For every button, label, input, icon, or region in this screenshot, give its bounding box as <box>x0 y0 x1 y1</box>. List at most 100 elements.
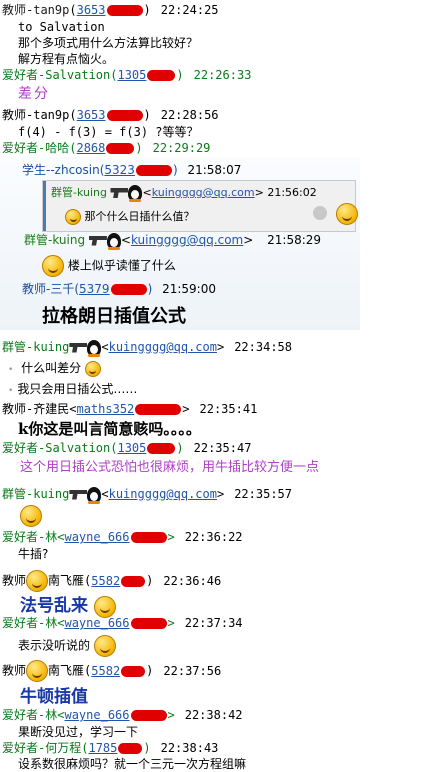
message-text: k你这是叫言简意赅吗。。。。 <box>18 420 201 438</box>
redaction-mark <box>106 110 143 121</box>
sender-name: 群管-kuing <box>2 340 70 354</box>
timestamp: 22:29:29 <box>152 141 211 155</box>
message-header: 爱好者-林<wayne_666 >22:38:42 <box>2 708 243 722</box>
smiley-icon <box>20 505 42 527</box>
email-link[interactable]: kuingggg@qq.com <box>131 233 243 247</box>
redaction-mark <box>121 575 146 587</box>
message-text: 法号乱来 <box>20 596 88 616</box>
timestamp: 22:38:42 <box>184 708 243 722</box>
message-text: to Salvation <box>18 20 105 34</box>
smiley-icon <box>65 209 81 225</box>
grin-icon <box>42 255 64 277</box>
quoted-message: 群管-kuing <kuingggg@qq.com> 21:56:02 那个什么… <box>42 180 356 232</box>
message-header: 群管-kuing <kuingggg@qq.com> 22:35:57 <box>2 486 292 504</box>
penguin-icon <box>128 185 143 202</box>
redaction-mark <box>135 404 182 415</box>
message-header: 学生--zhcosin(5323) 21:58:07 <box>22 163 242 177</box>
gun-icon <box>88 235 107 246</box>
message-header: 教师-tan9p(3653) 22:28:56 <box>2 108 219 122</box>
sender-name: 教师-齐建民 <box>2 402 70 416</box>
message-header: 爱好者-Salvation(1305) 22:35:47 <box>2 441 252 455</box>
timestamp: 22:36:46 <box>163 573 222 588</box>
qq-link[interactable]: wayne_666 <box>64 708 167 722</box>
gun-icon <box>69 489 88 500</box>
penguin-icon <box>87 486 102 504</box>
email-link[interactable]: kuingggg@qq.com <box>152 186 255 199</box>
smiley-icon <box>84 360 101 377</box>
sender-name: 爱好者-林 <box>2 530 58 544</box>
message-header: 爱好者-林<wayne_666 >22:36:22 <box>2 530 243 544</box>
gun-icon <box>69 342 88 353</box>
confused-icon <box>93 635 116 657</box>
message-header: 教师 南飞雁(5582) 22:36:46 <box>2 570 221 592</box>
qq-link[interactable]: 1305 <box>117 441 176 455</box>
qq-link[interactable]: 3653 <box>77 108 144 122</box>
qq-link[interactable]: 1785 <box>88 741 143 755</box>
qq-link[interactable]: 5379 <box>79 282 148 296</box>
qq-link[interactable]: maths352 <box>76 402 182 416</box>
redaction-mark <box>130 532 167 543</box>
sender-name: 教师-tan9p <box>2 3 70 17</box>
sender-name: 教师 <box>2 573 27 588</box>
zoom-icon <box>313 206 327 220</box>
redaction-mark <box>106 5 143 16</box>
message-text: 果断没见过，学习一下 <box>18 725 139 739</box>
qq-link[interactable]: 5323 <box>104 163 173 177</box>
redaction-mark <box>147 443 176 454</box>
message-header: 教师 南飞雁(5582) 22:37:56 <box>2 660 221 682</box>
message-text: 拉格朗日插值公式 <box>42 306 186 327</box>
timestamp: 22:38:43 <box>160 741 219 755</box>
qq-link[interactable]: 5582 <box>91 574 146 588</box>
message-text: 牛顿插值 <box>20 687 88 707</box>
timestamp: 22:36:22 <box>184 530 243 544</box>
qq-link[interactable]: 3653 <box>77 3 144 17</box>
redaction-mark <box>135 165 172 176</box>
message-text: f(4) - f(3) = f(3) ?等等？ <box>18 125 199 139</box>
email-link[interactable]: kuingggg@qq.com <box>109 340 217 354</box>
timestamp: 22:26:33 <box>193 68 252 82</box>
timestamp: 21:58:29 <box>267 233 322 247</box>
message-text: 解方程有点恼火。 <box>18 52 115 66</box>
message-text: 那个什么日插什么值？ <box>84 210 195 223</box>
grin-icon <box>26 660 49 682</box>
message-text: 什么叫差分 <box>21 361 82 375</box>
sender-name: 爱好者-Salvation <box>2 441 111 455</box>
message-header: 教师-齐建民<maths352 >22:35:41 <box>2 402 258 416</box>
timestamp: 22:35:57 <box>234 487 292 501</box>
gun-icon <box>110 188 129 198</box>
redaction-mark <box>130 618 167 629</box>
timestamp: 21:56:02 <box>267 186 317 199</box>
sender-name: 爱好者-林 <box>2 616 58 630</box>
message-text: 牛插? <box>18 547 49 561</box>
qq-link[interactable]: 2868 <box>76 141 135 155</box>
timestamp: 22:24:25 <box>160 3 219 17</box>
message-text: 表示没听说的 <box>18 638 91 653</box>
redaction-mark <box>130 710 167 721</box>
sender-name: 爱好者-哈哈 <box>2 141 70 155</box>
redaction-mark <box>121 665 146 677</box>
sender-name: 爱好者-何万程 <box>2 741 82 755</box>
sender-name: 教师 <box>2 663 27 678</box>
message-text: 设系数很麻烦吗？就一个三元一次方程组嘛 <box>18 757 247 771</box>
qq-link[interactable]: wayne_666 <box>64 530 167 544</box>
qq-link[interactable]: 5582 <box>91 664 146 678</box>
message-text: 那个多项式用什么方法算比较好？ <box>18 36 199 50</box>
message-text: 这个用日插公式恐怕也很麻烦，用牛插比较方便一点 <box>20 460 320 475</box>
quote-bar <box>43 181 46 231</box>
email-link[interactable]: kuingggg@qq.com <box>109 487 217 501</box>
penguin-icon <box>87 339 102 357</box>
message-text: 我只会用日插公式…… <box>8 381 137 399</box>
qq-link[interactable]: 1305 <box>117 68 176 82</box>
message-header: 爱好者-何万程(1785) 22:38:43 <box>2 741 219 755</box>
timestamp: 22:34:58 <box>234 340 292 354</box>
message-header: 爱好者-林<wayne_666 >22:37:34 <box>2 616 243 630</box>
grin-icon <box>26 570 49 592</box>
sender-name: 群管-kuing <box>2 487 70 501</box>
qq-link[interactable]: wayne_666 <box>64 616 167 630</box>
message-text: 楼上似乎读懂了什么 <box>67 258 176 273</box>
message-header: 爱好者-Salvation(1305) 22:26:33 <box>2 68 252 82</box>
smiley-icon <box>336 203 358 225</box>
sender-name: 群管-kuing <box>24 233 86 247</box>
sender-name: 群管-kuing <box>51 186 107 199</box>
message-header: 教师-tan9p(3653) 22:24:25 <box>2 3 219 17</box>
